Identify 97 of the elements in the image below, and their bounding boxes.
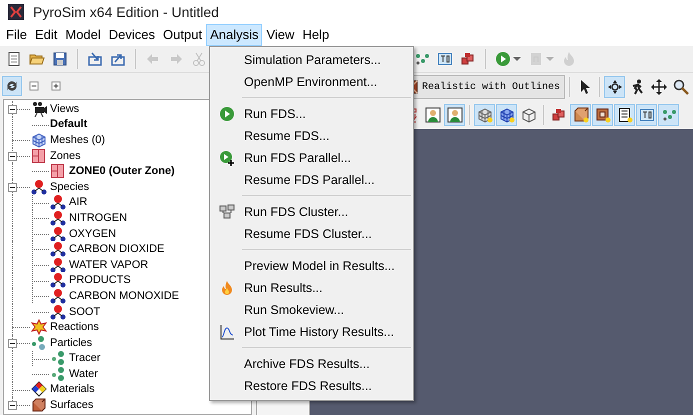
- caret-icon: [513, 57, 521, 61]
- tree-item[interactable]: AIR: [69, 196, 88, 208]
- computers-icon: [219, 204, 235, 220]
- mesh-button[interactable]: [496, 104, 517, 126]
- time-zero-icon: [638, 107, 654, 123]
- dots-icon: [660, 107, 676, 123]
- document-button[interactable]: [614, 104, 635, 126]
- tree-item[interactable]: SOOT: [69, 306, 100, 318]
- collapse-toggle-icon[interactable]: [8, 105, 17, 114]
- menu-item[interactable]: Run Results...: [244, 281, 323, 295]
- orbit-icon: [606, 79, 623, 95]
- menu-item[interactable]: Run FDS Parallel...: [244, 151, 351, 165]
- move-icon: [650, 79, 667, 95]
- blocks-icon: [550, 107, 566, 123]
- menu-item[interactable]: Output: [159, 24, 206, 46]
- zoom-icon: [672, 79, 689, 95]
- dots-button[interactable]: [658, 104, 679, 126]
- tree-item[interactable]: Reactions: [50, 321, 99, 334]
- menu-item[interactable]: Run Smokeview...: [244, 303, 344, 317]
- tree-item[interactable]: Surfaces: [50, 399, 94, 412]
- orbit-button[interactable]: [604, 76, 626, 98]
- save-button[interactable]: [51, 50, 69, 68]
- tree-item[interactable]: NITROGEN: [69, 212, 128, 224]
- menu-item[interactable]: Preview Model in Results...: [244, 259, 395, 273]
- tree-item[interactable]: Default: [50, 118, 88, 130]
- mesh-button[interactable]: [474, 104, 495, 126]
- time-zero-button[interactable]: [636, 104, 657, 126]
- menu-item[interactable]: OpenMP Environment...: [244, 75, 378, 89]
- menu-item[interactable]: Restore FDS Results...: [244, 379, 372, 393]
- menu-item[interactable]: Archive FDS Results...: [244, 357, 370, 371]
- collapse-toggle-icon[interactable]: [8, 401, 17, 410]
- tree-item[interactable]: Particles: [50, 336, 92, 349]
- wireframe-icon: [520, 107, 536, 123]
- document-icon: [616, 107, 632, 123]
- play-icon: [495, 51, 511, 67]
- menu-item[interactable]: Run FDS Cluster...: [244, 205, 348, 219]
- collapse-toggle-icon[interactable]: [8, 338, 17, 348]
- menu-item[interactable]: Devices: [104, 24, 160, 46]
- menu-item[interactable]: Edit: [30, 24, 62, 46]
- time-zero-icon: [437, 51, 453, 67]
- cube-button[interactable]: [570, 104, 591, 126]
- mesh-icon: [476, 107, 492, 123]
- collapse-toggle-icon[interactable]: [8, 182, 17, 192]
- frame-icon: [594, 107, 610, 123]
- tree-item[interactable]: WATER VAPOR: [69, 258, 148, 271]
- mesh-icon: [498, 107, 514, 123]
- frame-button[interactable]: [592, 104, 613, 126]
- menu-item[interactable]: Plot Time History Results...: [244, 325, 394, 339]
- menu-item[interactable]: Resume FDS...: [244, 129, 330, 143]
- save-icon: [52, 51, 68, 67]
- tree-item[interactable]: Species: [50, 180, 90, 193]
- tree-item[interactable]: ZONE0 (Outer Zone): [69, 165, 175, 178]
- forward-arrow-icon: [168, 51, 184, 67]
- tree-item[interactable]: OXYGEN: [69, 228, 116, 240]
- tree-item[interactable]: Meshes (0): [50, 134, 106, 146]
- menu-item[interactable]: View: [262, 24, 298, 46]
- cube-icon: [572, 107, 588, 123]
- tree-item[interactable]: CARBON DIOXIDE: [69, 243, 164, 256]
- caret-icon: [546, 57, 554, 61]
- menu-item[interactable]: Resume FDS Cluster...: [244, 227, 372, 241]
- menu-item[interactable]: Simulation Parameters...: [244, 53, 381, 67]
- tree-item[interactable]: Water: [69, 368, 98, 380]
- import-button[interactable]: [86, 50, 104, 68]
- person-icon: [446, 107, 462, 123]
- menu-item[interactable]: Help: [298, 24, 334, 46]
- app-logo-icon: [8, 4, 24, 20]
- new-file-icon: [6, 51, 22, 67]
- flame-icon: [219, 280, 235, 296]
- menu-item[interactable]: Run FDS...: [244, 107, 306, 121]
- tree-item[interactable]: Materials: [50, 383, 95, 396]
- person-icon: [424, 107, 440, 123]
- window-title: PyroSim x64 Edition - Untitled: [33, 4, 219, 20]
- flame-icon: [561, 51, 577, 67]
- collapse-toggle-icon[interactable]: [8, 152, 17, 161]
- tree-item[interactable]: PRODUCTS: [69, 274, 131, 286]
- play-icon: [219, 106, 235, 122]
- import-icon: [87, 51, 103, 67]
- dots-icon: [414, 51, 430, 67]
- tree-item[interactable]: CARBON MONOXIDE: [69, 290, 180, 302]
- zone-icon: [50, 163, 66, 180]
- blocks-icon: [460, 51, 476, 67]
- menu-item[interactable]: File: [2, 24, 31, 46]
- tree-item[interactable]: Views: [50, 102, 80, 115]
- time-zero-button[interactable]: [436, 50, 454, 68]
- person-button[interactable]: [444, 104, 465, 126]
- menu-item[interactable]: Model: [61, 24, 105, 46]
- plot-icon: [219, 324, 235, 340]
- sync-icon[interactable]: [2, 76, 22, 96]
- menu-item[interactable]: Resume FDS Parallel...: [244, 173, 375, 187]
- mesh-icon: [31, 132, 47, 148]
- tree-item[interactable]: Tracer: [69, 352, 100, 364]
- scissors-icon: [191, 51, 207, 67]
- tree-item[interactable]: Zones: [50, 150, 81, 162]
- play-plus-icon: [219, 150, 235, 166]
- zone-icon: [31, 148, 47, 164]
- play-button[interactable]: [494, 50, 512, 68]
- menu-item[interactable]: Analysis: [206, 24, 262, 46]
